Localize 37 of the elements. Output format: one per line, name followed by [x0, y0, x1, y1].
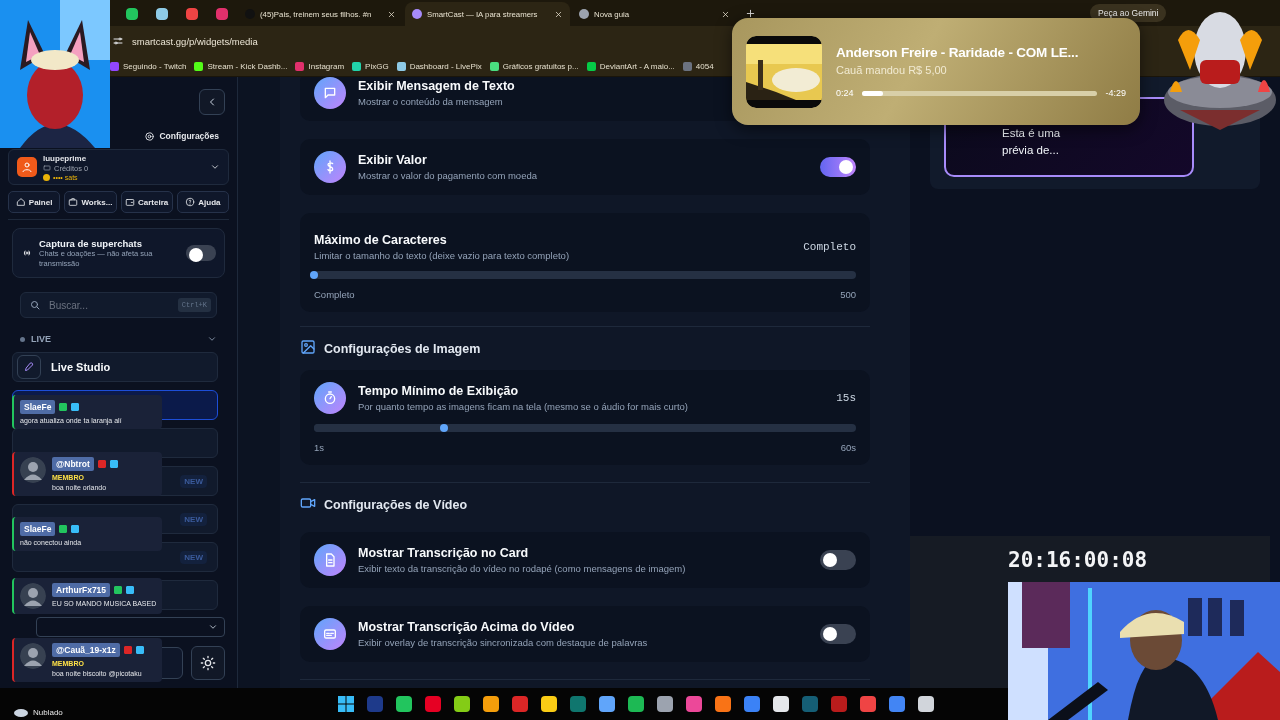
chat-username: ArthurFx715	[52, 583, 111, 597]
setting-title: Tempo Mínimo de Exibição	[358, 384, 519, 398]
setting-title: Máximo de Caracteres	[314, 233, 447, 247]
setting-description: Exibir overlay de transcrição sincronizada com destaque de palavras	[358, 637, 648, 648]
section-heading: Configurações de Vídeo	[324, 497, 468, 512]
slider-min-label: Completo	[314, 289, 355, 300]
preview-text: Esta é uma prévia de...	[1002, 126, 1062, 158]
setting-title: Mostrar Transcrição no Card	[358, 546, 529, 560]
slider-min-label: 1s	[314, 442, 325, 453]
setting-description: Exibir texto da transcrição do vídeo no rodapé (como mensagens de imagem)	[358, 563, 686, 574]
chat-username: SlaeFe	[20, 522, 56, 536]
weather-text: Nublado	[33, 707, 63, 717]
setting-title: Exibir Valor	[358, 153, 427, 167]
setting-description: Limitar o tamanho do texto (deixe vazio para texto completo)	[314, 250, 570, 261]
setting-description: Mostrar o valor do pagamento com moeda	[358, 170, 537, 181]
chat-username: @Nbtrot	[52, 457, 94, 471]
slider-max-label: 60s	[840, 442, 856, 453]
song-subtitle: Cauã mandou R$ 5,00	[836, 64, 948, 76]
setting-title: Mostrar Transcrição Acima do Vídeo	[358, 620, 575, 634]
setting-description: Mostrar o conteúdo da mensagem	[358, 96, 503, 107]
section-heading: Configurações de Imagem	[324, 341, 481, 356]
superchat-title: Captura de superchats	[39, 237, 143, 249]
elapsed-time: 0:24	[836, 88, 854, 98]
slider-max-label: 500	[840, 289, 856, 300]
setting-value: 15s	[836, 392, 856, 404]
setting-title: Exibir Mensagem de Texto	[358, 79, 515, 93]
song-title: Anderson Freire - Raridade - COM LE...	[836, 45, 1080, 60]
timer-text: 20:16:00:08	[1008, 548, 1148, 572]
setting-value: Completo	[803, 241, 856, 253]
new-badge: NEW	[180, 474, 207, 488]
setting-description: Por quanto tempo as imagens ficam na tela (mesmo se o áudio for mais curto)	[358, 401, 688, 412]
new-badge: NEW	[180, 512, 207, 526]
username: luupeprime	[43, 153, 88, 163]
chat-username: SlaeFe	[20, 400, 56, 414]
chat-username: @Cauã_19-x1z	[52, 643, 120, 657]
new-badge: NEW	[180, 550, 207, 564]
remaining-time: -4:29	[1105, 88, 1126, 98]
